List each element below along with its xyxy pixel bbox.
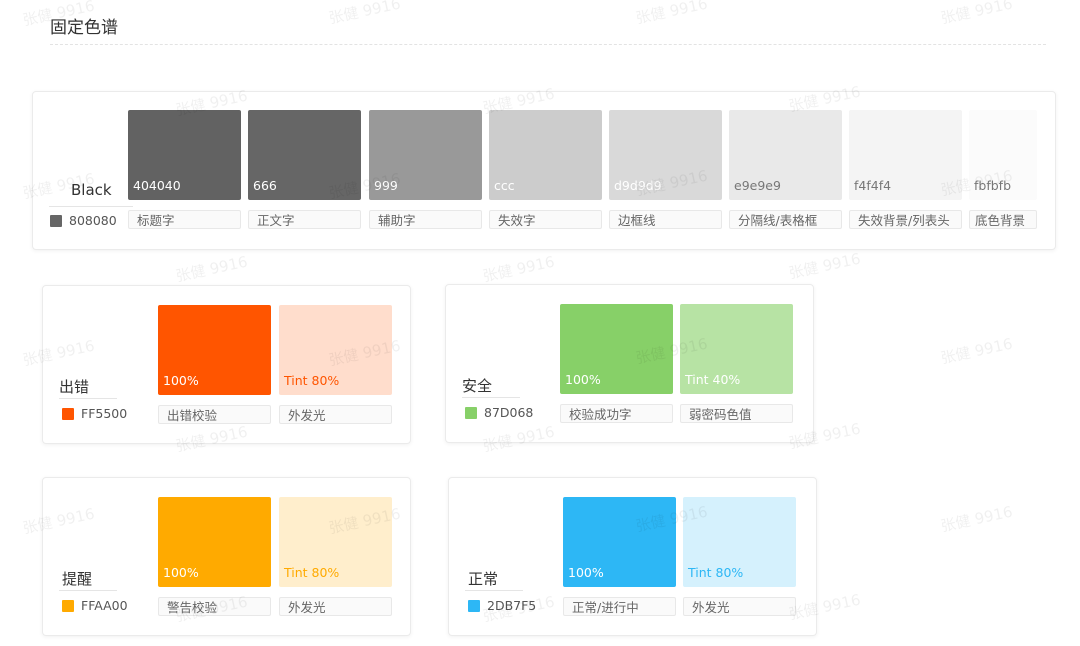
group-name: 提醒: [62, 570, 93, 588]
watermark: 张健 9916: [939, 334, 1015, 368]
hex-label: 87D068: [484, 405, 534, 420]
swatch-normal-tint: Tint 80%: [683, 497, 796, 587]
black-card: Black 808080 404040 标题字 666 正文字 999 辅助字 …: [32, 91, 1056, 250]
swatch-d9d9d9: d9d9d9: [609, 110, 722, 200]
name-underline: [59, 590, 117, 591]
group-name: 出错: [59, 378, 90, 396]
usage-label: 弱密码色值: [680, 404, 793, 423]
name-underline: [59, 398, 117, 399]
swatch-safe-100: 100%: [560, 304, 673, 394]
group-name: 安全: [462, 377, 493, 395]
watermark: 张健 9916: [481, 252, 557, 286]
usage-label: 正常/进行中: [563, 597, 676, 616]
swatch-label: 100%: [565, 372, 601, 387]
swatch-hex: f4f4f4: [854, 178, 892, 193]
swatch-label: 100%: [568, 565, 604, 580]
swatch-warning-100: 100%: [158, 497, 271, 587]
swatch-666: 666: [248, 110, 361, 200]
safe-card: 安全 87D068 100% 校验成功字 Tint 40% 弱密码色值: [445, 284, 814, 443]
usage-label: 边框线: [609, 210, 722, 229]
hex-label: FFAA00: [81, 598, 128, 613]
swatch-hex: 999: [374, 178, 398, 193]
usage-label: 辅助字: [369, 210, 482, 229]
normal-card: 正常 2DB7F5 100% 正常/进行中 Tint 80% 外发光: [448, 477, 817, 636]
swatch-warning-tint: Tint 80%: [279, 497, 392, 587]
hex-label: 2DB7F5: [487, 598, 537, 613]
swatch-error-tint: Tint 80%: [279, 305, 392, 395]
swatch-error-100: 100%: [158, 305, 271, 395]
swatch-label: 100%: [163, 565, 199, 580]
hex-label: 808080: [69, 213, 117, 228]
swatch-ccc: ccc: [489, 110, 602, 200]
color-dot: [465, 407, 477, 419]
page-title: 固定色谱: [50, 18, 118, 38]
hex-label: FF5500: [81, 406, 128, 421]
swatch-f4f4f4: f4f4f4: [849, 110, 962, 200]
usage-label: 分隔线/表格框: [729, 210, 842, 229]
usage-label: 正文字: [248, 210, 361, 229]
group-name: Black: [71, 181, 112, 199]
name-underline: [462, 397, 520, 398]
error-card: 出错 FF5500 100% 出错校验 Tint 80% 外发光: [42, 285, 411, 444]
name-underline: [49, 206, 133, 207]
swatch-normal-100: 100%: [563, 497, 676, 587]
warning-card: 提醒 FFAA00 100% 警告校验 Tint 80% 外发光: [42, 477, 411, 636]
color-dot: [50, 215, 62, 227]
watermark: 张健 9916: [787, 249, 863, 283]
swatch-label: Tint 80%: [688, 565, 744, 580]
swatch-hex: e9e9e9: [734, 178, 781, 193]
color-palette-page: 固定色谱 Black 808080 404040 标题字 666 正文字 999…: [0, 0, 1080, 646]
color-dot: [468, 600, 480, 612]
swatch-label: Tint 40%: [685, 372, 741, 387]
usage-label: 标题字: [128, 210, 241, 229]
swatch-hex: 404040: [133, 178, 181, 193]
swatch-label: Tint 80%: [284, 373, 340, 388]
swatch-hex: fbfbfb: [974, 178, 1012, 193]
watermark: 张健 9916: [634, 0, 710, 28]
usage-label: 出错校验: [158, 405, 271, 424]
watermark: 张健 9916: [939, 0, 1015, 28]
swatch-999: 999: [369, 110, 482, 200]
usage-label: 外发光: [279, 597, 392, 616]
usage-label: 失效字: [489, 210, 602, 229]
title-divider: [50, 44, 1046, 45]
swatch-e9e9e9: e9e9e9: [729, 110, 842, 200]
swatch-label: Tint 80%: [284, 565, 340, 580]
swatch-hex: 666: [253, 178, 277, 193]
swatch-label: 100%: [163, 373, 199, 388]
swatch-safe-tint: Tint 40%: [680, 304, 793, 394]
watermark: 张健 9916: [327, 0, 403, 28]
swatch-404040: 404040: [128, 110, 241, 200]
color-dot: [62, 600, 74, 612]
swatch-fbfbfb: fbfbfb: [969, 110, 1037, 200]
watermark: 张健 9916: [939, 502, 1015, 536]
usage-label: 校验成功字: [560, 404, 673, 423]
usage-label: 警告校验: [158, 597, 271, 616]
usage-label: 失效背景/列表头: [849, 210, 962, 229]
name-underline: [465, 590, 523, 591]
swatch-hex: d9d9d9: [614, 178, 662, 193]
group-name: 正常: [468, 570, 499, 588]
usage-label: 外发光: [683, 597, 796, 616]
watermark: 张健 9916: [174, 252, 250, 286]
swatch-hex: ccc: [494, 178, 515, 193]
usage-label: 外发光: [279, 405, 392, 424]
color-dot: [62, 408, 74, 420]
usage-label: 底色背景: [969, 210, 1037, 229]
